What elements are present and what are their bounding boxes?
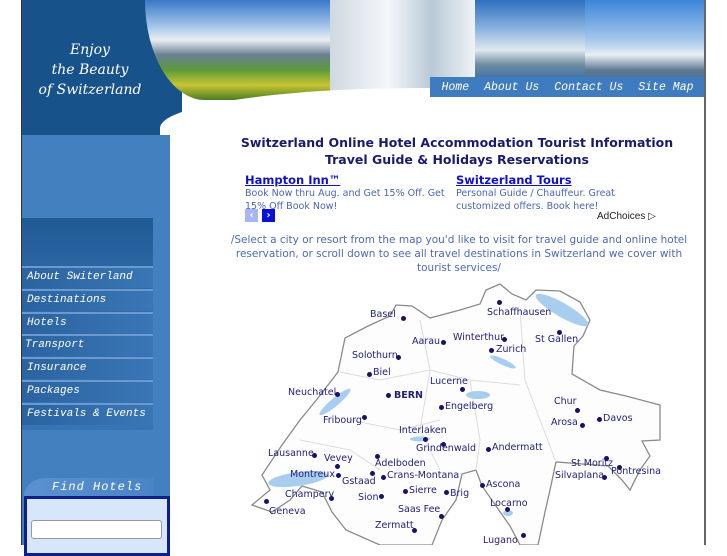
city-dot[interactable] <box>441 340 446 345</box>
city-label[interactable]: Adelboden <box>375 458 426 469</box>
city-label[interactable]: Locarno <box>490 498 528 509</box>
city-label[interactable]: St Gallen <box>535 334 578 345</box>
city-dot[interactable] <box>597 417 602 422</box>
city-label[interactable]: Engelberg <box>445 401 493 412</box>
city-dot[interactable] <box>264 499 269 504</box>
city-label[interactable]: Winterthur <box>453 332 504 343</box>
city-dot[interactable] <box>521 533 526 538</box>
city-dot[interactable] <box>480 483 485 488</box>
lake-lucerne <box>466 391 490 399</box>
city-dot[interactable] <box>362 415 367 420</box>
city-label[interactable]: Gstaad <box>342 476 376 487</box>
city-label[interactable]: Lausanne <box>268 448 314 459</box>
city-label[interactable]: Fribourg <box>323 415 362 426</box>
city-dot[interactable] <box>444 490 449 495</box>
city-dot[interactable] <box>580 423 585 428</box>
switzerland-map[interactable] <box>0 0 727 545</box>
city-label[interactable]: BERN <box>394 390 423 401</box>
city-dot[interactable] <box>401 316 406 321</box>
city-label[interactable]: Davos <box>603 413 633 424</box>
city-dot[interactable] <box>386 393 391 398</box>
city-label[interactable]: St Moritz <box>571 458 613 469</box>
city-dot[interactable] <box>497 300 502 305</box>
city-dot[interactable] <box>367 372 372 377</box>
city-dot[interactable] <box>460 387 465 392</box>
city-dot[interactable] <box>381 475 386 480</box>
city-label[interactable]: Sion <box>358 492 379 503</box>
city-label[interactable]: Andermatt <box>492 442 543 453</box>
city-label[interactable]: Pontresina <box>611 466 661 477</box>
city-dot[interactable] <box>336 473 341 478</box>
city-label[interactable]: Lugano <box>483 535 518 546</box>
city-label[interactable]: Crans-Montana <box>387 470 459 481</box>
city-label[interactable]: Schaffhausen <box>487 307 551 318</box>
city-label[interactable]: Interlaken <box>399 425 447 436</box>
city-label[interactable]: Aarau <box>412 336 440 347</box>
city-dot[interactable] <box>335 464 340 469</box>
city-dot[interactable] <box>486 447 491 452</box>
city-label[interactable]: Montreux <box>290 469 335 480</box>
city-label[interactable]: Neuchatel <box>288 387 336 398</box>
city-label[interactable]: Saas Fee <box>398 504 440 515</box>
country-outline <box>250 283 661 545</box>
city-dot[interactable] <box>379 494 384 499</box>
city-label[interactable]: Silvaplana <box>555 470 604 481</box>
city-label[interactable]: Sierre <box>409 485 437 496</box>
city-label[interactable]: Grindenwald <box>416 443 476 454</box>
city-label[interactable]: Zurich <box>496 344 526 355</box>
city-label[interactable]: Zermatt <box>375 520 414 531</box>
city-label[interactable]: Chur <box>554 396 577 407</box>
city-label[interactable]: Vevey <box>324 453 353 464</box>
city-dot[interactable] <box>403 489 408 494</box>
page-border-right <box>704 0 706 545</box>
city-dot[interactable] <box>575 408 580 413</box>
city-label[interactable]: Solothurn <box>352 350 398 361</box>
city-dot[interactable] <box>489 348 494 353</box>
city-label[interactable]: Lucerne <box>430 376 468 387</box>
city-dot[interactable] <box>423 437 428 442</box>
city-label[interactable]: Basel <box>370 309 396 320</box>
city-label[interactable]: Biel <box>373 367 391 378</box>
city-label[interactable]: Arosa <box>551 417 578 428</box>
city-dot[interactable] <box>439 405 444 410</box>
city-label[interactable]: Geneva <box>269 506 306 517</box>
city-label[interactable]: Champery <box>285 489 334 500</box>
city-label[interactable]: Ascona <box>486 479 520 490</box>
city-label[interactable]: Brig <box>450 488 469 499</box>
